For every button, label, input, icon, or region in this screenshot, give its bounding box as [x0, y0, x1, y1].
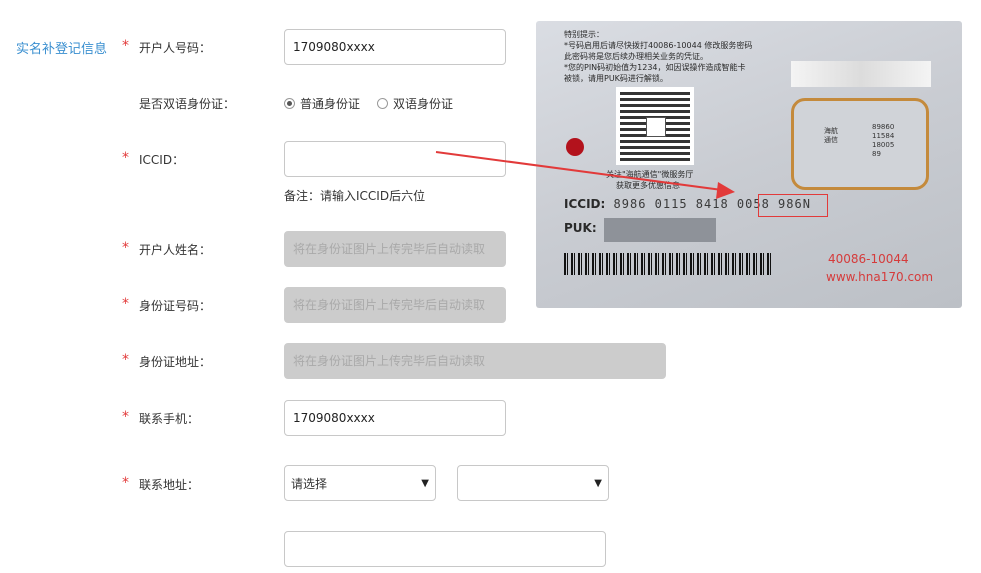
qr-caption-1: 关注"海航通信"微服务厅	[606, 170, 694, 179]
iccid-highlight-box	[758, 194, 828, 217]
owner-name-label: 开户人姓名：	[139, 243, 212, 257]
blurred-number	[791, 61, 931, 87]
id-address-input	[284, 343, 666, 379]
iccid-label: ICCID：	[139, 153, 185, 167]
iccid-note: 备注：请输入ICCID后六位	[284, 189, 426, 203]
city-select[interactable]: ▼	[457, 465, 609, 501]
red-seal-icon	[566, 138, 584, 156]
required-mark: *	[122, 240, 129, 256]
required-mark: *	[122, 150, 129, 166]
radio-regular-id[interactable]: 普通身份证	[284, 95, 360, 112]
phone-number-input[interactable]	[284, 29, 506, 65]
id-number-label: 身份证号码：	[139, 299, 212, 313]
required-mark: *	[122, 352, 129, 368]
qr-caption-2: 获取更多优惠信息	[616, 181, 680, 190]
sim-digits: 89860 11584 18005 89	[872, 123, 895, 158]
province-select-value: 请选择	[291, 476, 328, 491]
required-mark: *	[122, 409, 129, 425]
phone-number-label: 开户人号码：	[139, 41, 212, 55]
card-iccid-label: ICCID:	[564, 197, 606, 211]
contact-phone-input[interactable]	[284, 400, 506, 436]
radio-regular-id-label: 普通身份证	[300, 97, 361, 111]
required-mark: *	[122, 296, 129, 312]
id-address-label: 身份证地址：	[139, 355, 212, 369]
sim-chip-frame: 海航 通信 89860 11584 18005 89	[791, 98, 929, 190]
sim-brand: 海航 通信	[824, 127, 838, 144]
radio-bilingual-id[interactable]: 双语身份证	[377, 95, 453, 112]
radio-checked-icon	[284, 98, 295, 109]
barcode-icon	[564, 253, 774, 275]
required-mark: *	[122, 475, 129, 491]
puk-scratch-box	[604, 218, 716, 242]
radio-unchecked-icon	[377, 98, 388, 109]
owner-name-input	[284, 231, 506, 267]
section-title: 实名补登记信息	[16, 42, 108, 57]
required-mark: *	[122, 38, 129, 54]
contact-address-label: 联系地址：	[139, 478, 200, 492]
card-puk-label: PUK:	[564, 221, 597, 235]
iccid-input[interactable]	[284, 141, 506, 177]
card-hotline: 40086-10044	[828, 252, 909, 266]
id-number-input	[284, 287, 506, 323]
card-tips: 特别提示： *号码启用后请尽快拨打40086-10044 修改服务密码 此密码将…	[564, 30, 753, 83]
qr-code-icon	[616, 87, 694, 165]
radio-bilingual-id-label: 双语身份证	[393, 97, 454, 111]
card-website: www.hna170.com	[826, 270, 934, 284]
dropdown-arrow-icon: ▼	[421, 477, 429, 489]
address-detail-input[interactable]	[284, 531, 606, 567]
sim-card-image: 特别提示： *号码启用后请尽快拨打40086-10044 修改服务密码 此密码将…	[536, 21, 962, 308]
dropdown-arrow-icon: ▼	[594, 477, 602, 489]
province-select[interactable]: 请选择 ▼	[284, 465, 436, 501]
contact-phone-label: 联系手机：	[139, 412, 200, 426]
bilingual-id-label: 是否双语身份证：	[139, 97, 236, 111]
